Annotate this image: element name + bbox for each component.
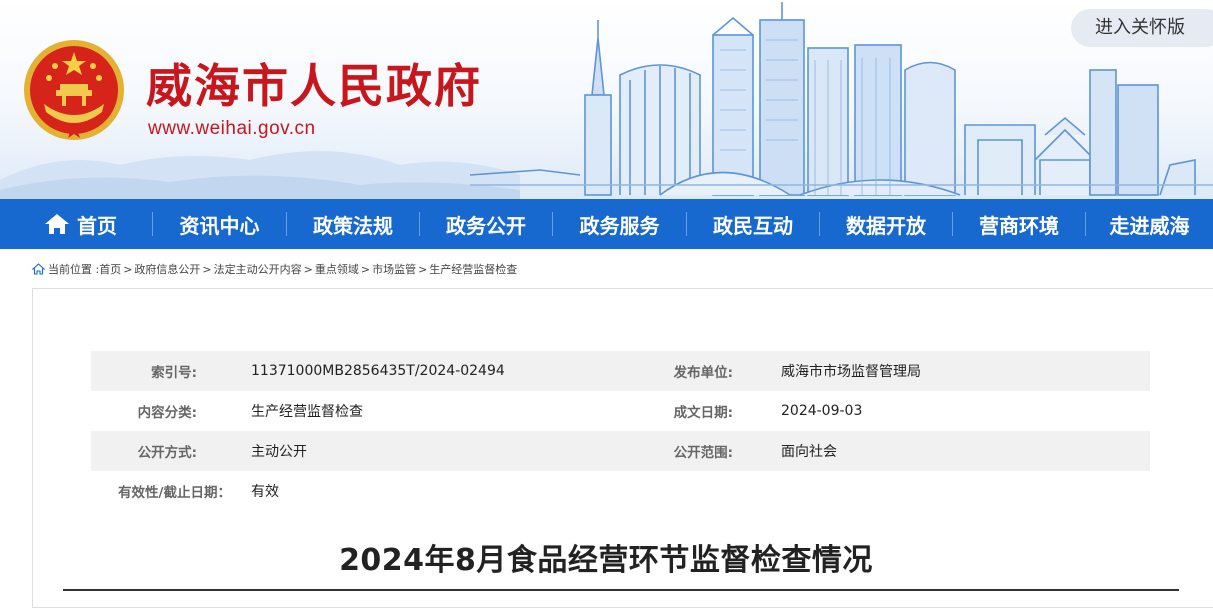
index-label: 索引号: xyxy=(151,365,197,381)
index-value: 11371000MB2856435T/2024-02494 xyxy=(251,363,505,379)
nav-item-policy[interactable]: 政策法规 xyxy=(287,199,419,249)
site-header: 威海市人民政府 www.weihai.gov.cn 进入关怀版 xyxy=(0,0,1213,199)
site-url[interactable]: www.weihai.gov.cn xyxy=(148,118,316,140)
breadcrumb-prefix: 当前位置 : xyxy=(48,263,100,276)
validity-value: 有效 xyxy=(251,484,279,500)
date-value: 2024-09-03 xyxy=(781,403,863,419)
nav-item-gov-service[interactable]: 政务服务 xyxy=(553,199,686,249)
nav-item-home[interactable]: 首页 xyxy=(30,199,130,249)
breadcrumb-link-home[interactable]: 首页 xyxy=(99,261,121,277)
title-divider xyxy=(63,589,1179,591)
nav-item-news[interactable]: 资讯中心 xyxy=(153,199,286,249)
breadcrumb-link-key-areas[interactable]: 重点领域 xyxy=(315,261,359,277)
scope-label: 公开范围: xyxy=(673,445,733,461)
meta-row: 公开方式: 主动公开 公开范围: 面向社会 xyxy=(91,431,1150,471)
breadcrumb-link-gov-info[interactable]: 政府信息公开 xyxy=(134,261,200,277)
care-mode-button[interactable]: 进入关怀版 xyxy=(1071,9,1213,47)
breadcrumb-link-statutory[interactable]: 法定主动公开内容 xyxy=(214,261,302,277)
date-label: 成文日期: xyxy=(673,405,733,421)
nav-item-gov-open[interactable]: 政务公开 xyxy=(420,199,552,249)
meta-row: 索引号: 11371000MB2856435T/2024-02494 发布单位:… xyxy=(91,351,1150,391)
publisher-value: 威海市市场监督管理局 xyxy=(781,364,921,380)
breadcrumb-separator: > xyxy=(418,262,428,276)
article-container: 索引号: 11371000MB2856435T/2024-02494 发布单位:… xyxy=(32,288,1213,608)
breadcrumb-separator: > xyxy=(123,262,133,276)
meta-row: 内容分类: 生产经营监督检查 成文日期: 2024-09-03 xyxy=(91,391,1150,431)
validity-label: 有效性/截止日期： xyxy=(118,485,231,501)
nav-item-interaction[interactable]: 政民互动 xyxy=(687,199,819,249)
breadcrumb: 当前位置 : 首页 > 政府信息公开 > 法定主动公开内容 > 重点领域 > 市… xyxy=(32,261,517,277)
nav-item-business[interactable]: 营商环境 xyxy=(953,199,1085,249)
national-emblem-icon xyxy=(24,40,124,140)
breadcrumb-separator: > xyxy=(360,262,371,276)
home-icon xyxy=(32,263,45,275)
breadcrumb-separator: > xyxy=(202,262,212,276)
meta-row: 有效性/截止日期： 有效 xyxy=(91,471,1150,511)
home-icon xyxy=(45,214,69,234)
nav-item-open-data[interactable]: 数据开放 xyxy=(820,199,952,249)
main-navigation: 首页 资讯中心 政策法规 政务公开 政务服务 政民互动 数据开放 营商环境 走进… xyxy=(0,199,1213,249)
nav-item-label: 首页 xyxy=(77,213,117,238)
publisher-label: 发布单位: xyxy=(673,365,733,381)
breadcrumb-link-current[interactable]: 生产经营监督检查 xyxy=(429,261,517,277)
breadcrumb-separator: > xyxy=(303,262,313,276)
category-value: 生产经营监督检查 xyxy=(251,404,363,420)
category-label: 内容分类: xyxy=(137,405,197,421)
site-title: 威海市人民政府 xyxy=(146,59,482,113)
document-meta-table: 索引号: 11371000MB2856435T/2024-02494 发布单位:… xyxy=(91,351,1150,511)
article-title: 2024年8月食品经营环节监督检查情况 xyxy=(339,543,873,578)
method-label: 公开方式: xyxy=(137,445,197,461)
nav-item-about[interactable]: 走进威海 xyxy=(1086,199,1213,249)
method-value: 主动公开 xyxy=(251,444,307,460)
breadcrumb-link-market[interactable]: 市场监管 xyxy=(372,261,416,277)
scope-value: 面向社会 xyxy=(781,444,837,460)
